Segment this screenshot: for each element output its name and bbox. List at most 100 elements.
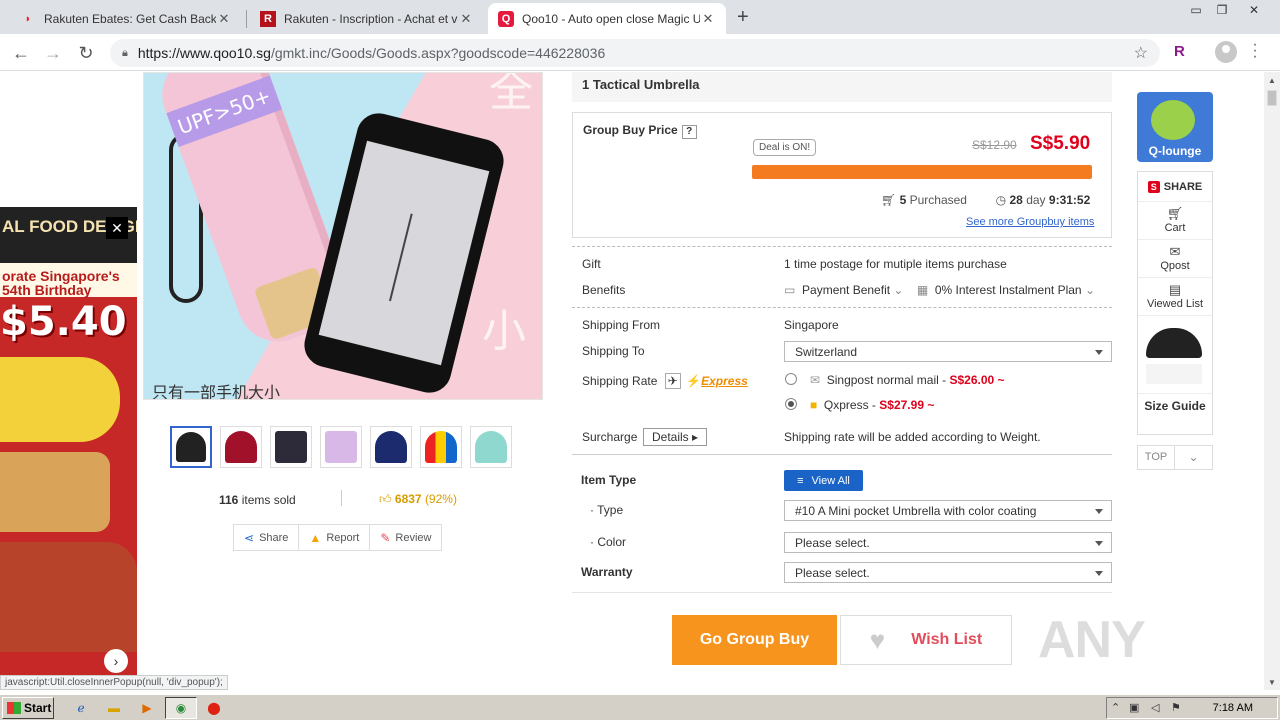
forward-button[interactable]: → — [42, 42, 64, 64]
sidebar-viewed-list[interactable]: ▤ Viewed List — [1138, 278, 1212, 316]
instalment-dropdown[interactable]: ▦ 0% Interest Instalment Plan ⌄ — [917, 283, 1095, 297]
start-button[interactable]: Start — [2, 697, 54, 719]
page-scrollbar[interactable]: ▲ ▼ — [1264, 72, 1280, 690]
taskbar-chrome-task[interactable]: ◉ — [165, 697, 197, 719]
volume-icon[interactable]: ◁ — [1151, 701, 1159, 714]
shipping-rate-label-text: Shipping Rate — [582, 374, 658, 388]
rakuten-extension-icon[interactable]: R — [1174, 43, 1185, 60]
scroll-down-arrow[interactable]: ▼ — [1264, 676, 1280, 690]
new-tab-button[interactable]: + — [737, 6, 749, 29]
see-more-groupbuy-link[interactable]: See more Groupbuy items — [966, 216, 1094, 228]
color-select[interactable]: Please select. — [784, 532, 1112, 553]
close-icon[interactable]: ✕ — [216, 11, 232, 27]
image-caption: 只有一部手机大小 — [152, 383, 281, 400]
back-button[interactable]: ← — [10, 42, 32, 64]
size-guide-button[interactable]: Size Guide — [1138, 394, 1212, 418]
minimize-button[interactable]: ▭ — [1184, 0, 1208, 20]
thumbnail[interactable] — [370, 426, 412, 468]
thumbnail[interactable] — [170, 426, 212, 468]
thumbnail[interactable] — [470, 426, 512, 468]
q-lounge-button[interactable]: Q-lounge — [1137, 92, 1213, 162]
warning-icon: ▲ — [309, 530, 322, 545]
tab-rakuten-ebates[interactable]: ◗ Rakuten Ebates: Get Cash Back For ✕ — [10, 3, 242, 34]
thumbs-up-icon: 👍︎ — [379, 492, 392, 506]
thumbnail[interactable] — [420, 426, 462, 468]
sidebar-cart[interactable]: 🛒︎ Cart — [1138, 202, 1212, 240]
chevron-down-icon: ⌄ — [1084, 283, 1095, 297]
payment-benefit-label: Payment Benefit — [802, 283, 891, 297]
product-main-image[interactable]: UPF>50+ 全 小 只有一部手机大小 — [143, 72, 543, 400]
close-icon[interactable]: ✕ — [700, 11, 716, 27]
surcharge-details-button[interactable]: Details ▸ — [643, 428, 708, 446]
ad-next-button[interactable]: › — [104, 649, 128, 673]
help-icon[interactable]: ? — [681, 125, 697, 139]
scroll-thumb[interactable] — [1267, 90, 1277, 106]
image-decor-char: 小 — [482, 306, 526, 357]
tab-rakuten-inscription[interactable]: R Rakuten - Inscription - Achat et vent … — [250, 3, 484, 34]
product-title: 1 Tactical Umbrella — [572, 72, 1112, 102]
sidebar-cart-label: Cart — [1164, 222, 1186, 234]
share-button[interactable]: ⋖ Share — [234, 525, 300, 550]
phone-screen — [318, 140, 490, 366]
browser-menu-icon[interactable]: · · · — [1252, 37, 1258, 65]
review-button[interactable]: ✎ Review — [370, 525, 441, 550]
ie-icon[interactable]: ℯ — [72, 699, 90, 717]
security-icon[interactable]: ⬤ — [205, 699, 223, 717]
gift-value: 1 time postage for mutiple items purchas… — [784, 257, 1007, 271]
windows-logo-icon — [7, 702, 21, 714]
shipping-option-radio[interactable] — [785, 373, 797, 385]
profile-avatar[interactable] — [1215, 41, 1237, 63]
express-link[interactable]: Express — [701, 374, 748, 388]
network-icon[interactable]: ▣ — [1129, 701, 1139, 714]
bookmark-star-icon[interactable]: ☆ — [1134, 43, 1148, 63]
pencil-icon: ✎ — [380, 530, 391, 545]
sidebar-qpost-label: Qpost — [1160, 260, 1190, 272]
ad-food-image — [0, 542, 137, 652]
reload-button[interactable]: ↻ — [75, 42, 97, 64]
option-price: S$26.00 ~ — [949, 373, 1005, 387]
ad-subtitle: orate Singapore's 54th Birthday — [0, 263, 137, 297]
group-buy-box: Group Buy Price? Deal is ON! S$12.90 S$5… — [572, 112, 1112, 238]
tab-qoo10[interactable]: Q Qoo10 - Auto open close Magic Umbr ✕ — [488, 3, 726, 34]
clock: 7:18 AM — [1212, 702, 1253, 714]
media-player-icon[interactable]: ▶ — [138, 699, 156, 717]
scroll-up-arrow[interactable]: ▲ — [1264, 74, 1280, 88]
shipping-to-select[interactable]: Switzerland — [784, 341, 1112, 362]
thumbnail[interactable] — [220, 426, 262, 468]
viewed-item-thumbnail[interactable] — [1138, 316, 1212, 394]
cart-icon: 🛒︎ — [1166, 206, 1184, 221]
wish-list-button[interactable]: ♥ Wish List — [840, 615, 1012, 665]
type-select[interactable]: #10 A Mini pocket Umbrella with color co… — [784, 500, 1112, 521]
warranty-select[interactable]: Please select. — [784, 562, 1112, 583]
scroll-top-control: TOP ⌄ — [1137, 445, 1213, 470]
sidebar-share[interactable]: S SHARE — [1138, 172, 1212, 202]
shipping-option-radio[interactable] — [785, 398, 797, 410]
address-bar[interactable]: 🔒︎ https://www.qoo10.sg/gmkt.inc/Goods/G… — [110, 39, 1160, 67]
close-icon[interactable]: ✕ — [458, 11, 474, 27]
folder-icon[interactable]: ▬ — [105, 699, 123, 717]
payment-benefit-dropdown[interactable]: ▭ Payment Benefit ⌄ — [784, 283, 903, 297]
calendar-icon: ▦ — [916, 283, 929, 297]
sidebar-qpost[interactable]: ✉ Qpost — [1138, 240, 1212, 278]
view-all-button[interactable]: ≡ View All — [784, 470, 863, 491]
status-bar-url: javascript:Util.closeInnerPopup(null, 'd… — [0, 675, 228, 690]
thumbnail[interactable] — [320, 426, 362, 468]
close-window-button[interactable]: ✕ — [1242, 0, 1266, 20]
shipping-option-singpost: ✉ Singpost normal mail - S$26.00 ~ — [810, 373, 1005, 387]
url-path: /gmkt.inc/Goods/Goods.aspx?goodscode=446… — [270, 45, 606, 61]
ad-close-button[interactable]: ✕ — [106, 217, 128, 239]
top-button[interactable]: TOP — [1138, 446, 1176, 469]
tray-expand-icon[interactable]: ⌃ — [1111, 701, 1120, 714]
popup-ad[interactable]: AL FOOD DELIGHTS orate Singapore's 54th … — [0, 207, 137, 675]
group-buy-label: Group Buy Price? — [583, 123, 697, 139]
report-button[interactable]: ▲ Report — [299, 525, 371, 550]
thumbnail[interactable] — [270, 426, 312, 468]
url-text: https://www.qoo10.sg/gmkt.inc/Goods/Good… — [138, 45, 605, 61]
likes[interactable]: 👍︎ 6837 (92%) — [379, 492, 457, 507]
chevron-down-icon[interactable]: ⌄ — [1175, 446, 1212, 469]
option-price: S$27.99 ~ — [879, 398, 935, 412]
go-group-buy-button[interactable]: Go Group Buy — [672, 615, 837, 665]
flag-icon[interactable]: ⚑ — [1171, 701, 1181, 714]
sales-stats: 116 items sold 👍︎ 6837 (92%) — [143, 490, 543, 510]
restore-button[interactable]: ❐ — [1210, 0, 1234, 20]
